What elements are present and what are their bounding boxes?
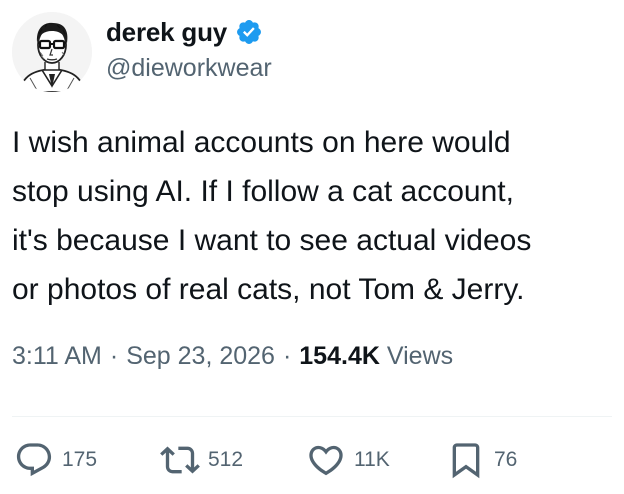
author-names: derek guy @dieworkwear — [106, 12, 272, 83]
action-bar: 175 512 11K 76 — [14, 440, 614, 488]
sketch-portrait-avatar-icon — [12, 12, 92, 92]
like-button[interactable]: 11K — [306, 440, 390, 480]
divider — [12, 416, 612, 417]
tweet-text: I wish animal accounts on here would sto… — [12, 126, 532, 306]
like-count: 11K — [354, 448, 390, 471]
reply-icon — [16, 443, 52, 477]
repost-count: 512 — [208, 448, 244, 471]
meta-separator: · — [109, 342, 119, 370]
display-name[interactable]: derek guy — [106, 17, 227, 48]
tweet-header: derek guy @dieworkwear — [12, 12, 272, 96]
bookmark-button[interactable]: 76 — [446, 440, 517, 480]
reply-count: 175 — [62, 448, 98, 471]
bookmark-icon — [452, 443, 480, 479]
bookmark-count: 76 — [494, 448, 518, 471]
avatar[interactable] — [12, 12, 92, 92]
views-label: Views — [386, 342, 454, 370]
tweet-time[interactable]: 3:11 AM — [12, 342, 102, 371]
heart-icon — [309, 445, 343, 476]
tweet-card: derek guy @dieworkwear I wish animal acc… — [0, 0, 624, 494]
meta-separator: · — [282, 342, 292, 370]
repost-icon — [160, 446, 200, 474]
verified-badge-icon[interactable] — [235, 18, 263, 46]
author-handle[interactable]: @dieworkwear — [106, 54, 272, 83]
views-count[interactable]: 154.4K — [299, 342, 380, 371]
tweet-meta: 3:11 AM · Sep 23, 2026 · 154.4K Views — [12, 342, 453, 371]
reply-button[interactable]: 175 — [14, 440, 97, 480]
name-row: derek guy — [106, 12, 272, 52]
tweet-date[interactable]: Sep 23, 2026 — [126, 342, 275, 371]
repost-button[interactable]: 512 — [160, 440, 243, 480]
